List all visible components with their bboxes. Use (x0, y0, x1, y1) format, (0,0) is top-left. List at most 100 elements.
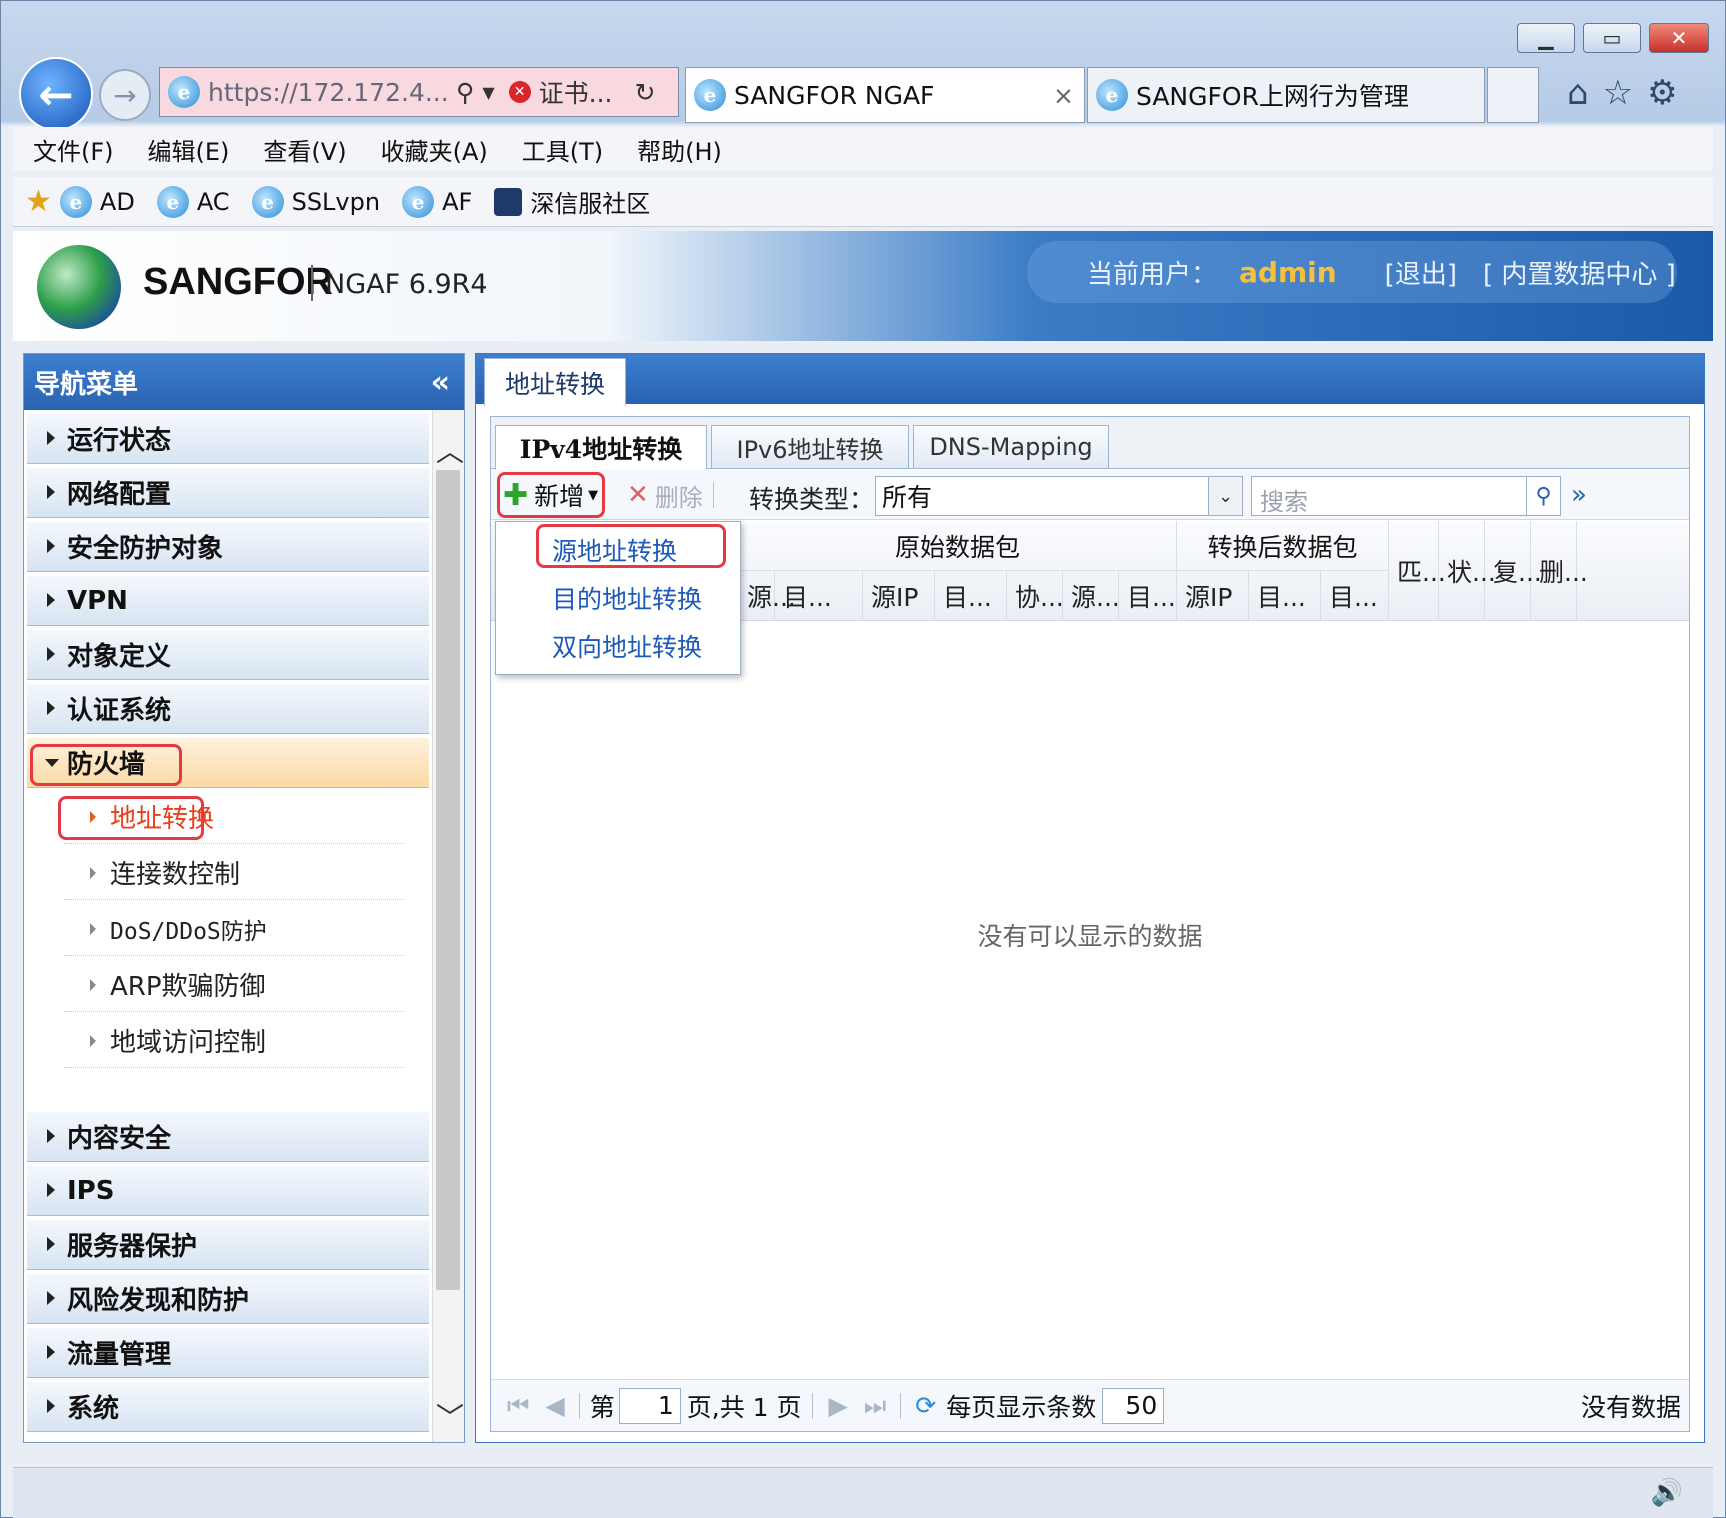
add-dropdown-menu: 源地址转换 目的地址转换 双向地址转换 (495, 521, 741, 675)
nav-item-server-protect[interactable]: 服务器保护 (27, 1220, 429, 1270)
close-window-button[interactable]: ✕ (1649, 23, 1709, 53)
logout-link[interactable]: [退出] (1385, 254, 1457, 291)
search-icon[interactable]: ⚲ (456, 78, 474, 107)
toolbar-divider (713, 482, 714, 508)
col-dst-zone[interactable]: 目... (775, 571, 863, 621)
browser-tab-ac[interactable]: e SANGFOR上网行为管理 (1087, 67, 1485, 123)
last-page-icon[interactable]: ⏭ (864, 1391, 887, 1421)
fav-ad[interactable]: AD (100, 188, 135, 216)
nav-item-system[interactable]: 系统 (27, 1382, 429, 1432)
fav-community[interactable]: 深信服社区 (530, 184, 650, 219)
col-trans-dst-ip[interactable]: 目... (1249, 571, 1321, 621)
nav-item-network[interactable]: 网络配置 (27, 468, 429, 518)
col-protocol[interactable]: 协... (1007, 571, 1064, 621)
tab-close-icon[interactable]: × (1053, 81, 1074, 110)
nav-sub-ddos[interactable]: DoS/DDoS防护 (64, 902, 404, 956)
next-page-icon[interactable]: ▶ (829, 1391, 848, 1420)
nav-item-traffic[interactable]: 流量管理 (27, 1328, 429, 1378)
refresh-icon[interactable]: ↻ (634, 78, 655, 107)
favorites-star-icon[interactable]: ★ (25, 184, 52, 219)
search-icon[interactable]: ⚲ (1526, 477, 1560, 515)
delete-button[interactable]: ✕ 删除 (627, 476, 703, 514)
address-bar[interactable]: e https://172.172.4.... ⚲ ▼ ✕ 证书... ↻ (159, 67, 679, 117)
brand-name: SANGFOR (143, 261, 333, 303)
col-match[interactable]: 匹... (1389, 521, 1446, 621)
menu-view[interactable]: 查看(V) (263, 132, 346, 167)
prev-page-icon[interactable]: ◀ (546, 1391, 565, 1420)
page-input[interactable]: 1 (618, 1387, 681, 1424)
nav-item-content-security[interactable]: 内容安全 (27, 1112, 429, 1162)
delete-label: 删除 (654, 483, 703, 512)
minimize-button[interactable]: ▁ (1517, 23, 1575, 53)
col-trans-dst-port[interactable]: 目... (1321, 571, 1389, 621)
fav-ac[interactable]: AC (197, 188, 230, 216)
new-tab-button[interactable] (1487, 67, 1539, 123)
browser-tab-ngaf[interactable]: e SANGFOR NGAF × (685, 67, 1085, 123)
page-tab-nat[interactable]: 地址转换 (484, 358, 626, 406)
gear-icon[interactable]: ⚙ (1647, 73, 1691, 113)
nav-menu-header: 导航菜单 « (24, 354, 464, 410)
type-label: 转换类型： (749, 485, 875, 514)
refresh-icon[interactable]: ⟳ (915, 1391, 936, 1420)
app-header: SANGFOR NGAF 6.9R4 当前用户： admin [退出] [ 内置… (13, 231, 1713, 341)
tab-ipv6-nat[interactable]: IPv6地址转换 (711, 425, 909, 469)
chevron-down-icon[interactable]: ⌄ (1208, 477, 1242, 515)
col-src-port[interactable]: 源... (1063, 571, 1120, 621)
forward-button[interactable]: → (99, 69, 151, 121)
content-frame: IPv4地址转换 IPv6地址转换 DNS-Mapping ✚ 新增 ▼ ✕ 删… (490, 416, 1690, 1432)
collapse-icon[interactable]: « (431, 365, 450, 400)
pager-divider (578, 1392, 580, 1419)
scroll-down-icon[interactable]: ﹀ (436, 1396, 464, 1436)
nav-menu-title: 导航菜单 (34, 369, 139, 400)
nav-sub-conn-limit[interactable]: 连接数控制 (64, 846, 404, 900)
nav-item-object-def[interactable]: 对象定义 (27, 630, 429, 680)
favorites-star-icon[interactable]: ☆ (1603, 73, 1647, 113)
tab-dns-mapping[interactable]: DNS-Mapping (913, 425, 1109, 469)
menu-help[interactable]: 帮助(H) (637, 132, 722, 167)
col-copy[interactable]: 复... (1485, 521, 1542, 621)
nav-item-status[interactable]: 运行状态 (27, 414, 429, 464)
nav-sub-arp[interactable]: ARP欺骗防御 (64, 958, 404, 1012)
menu-tools[interactable]: 工具(T) (522, 132, 603, 167)
pager-divider (811, 1392, 813, 1419)
maximize-button[interactable]: ▭ (1583, 23, 1641, 53)
nav-sub-geo[interactable]: 地域访问控制 (64, 1014, 404, 1068)
menu-item-dnat[interactable]: 目的地址转换 (552, 580, 702, 616)
scroll-up-icon[interactable]: ︿ (436, 430, 464, 470)
home-icon[interactable]: ⌂ (1567, 73, 1603, 113)
nav-item-label: VPN (67, 585, 128, 616)
scroll-thumb[interactable] (436, 470, 460, 1290)
menu-item-bidirectional-nat[interactable]: 双向地址转换 (552, 628, 702, 664)
col-dst-ip[interactable]: 目... (935, 571, 1007, 621)
col-src-ip[interactable]: 源IP (863, 571, 935, 621)
type-select[interactable]: 所有 ⌄ (875, 476, 1243, 516)
tab-ipv4-nat[interactable]: IPv4地址转换 (495, 425, 707, 470)
per-page-input[interactable]: 50 (1102, 1387, 1165, 1424)
first-page-icon[interactable]: ⏮ (507, 1391, 530, 1421)
back-button[interactable]: ← (19, 57, 93, 131)
nav-item-risk[interactable]: 风险发现和防护 (27, 1274, 429, 1324)
speaker-icon[interactable]: 🔊 (1651, 1478, 1683, 1508)
nav-item-protected-objects[interactable]: 安全防护对象 (27, 522, 429, 572)
cert-error-icon: ✕ (508, 81, 531, 103)
cert-label[interactable]: 证书... (539, 74, 613, 110)
col-trans-src-ip[interactable]: 源IP (1177, 571, 1249, 621)
nav-item-vpn[interactable]: VPN (27, 576, 429, 626)
col-dst-port[interactable]: 目... (1119, 571, 1177, 621)
nav-item-ips[interactable]: IPS (27, 1166, 429, 1216)
more-icon[interactable]: » (1571, 480, 1587, 510)
dropdown-icon[interactable]: ▼ (482, 83, 494, 102)
fav-af[interactable]: AF (442, 188, 472, 216)
col-src-zone[interactable]: 源... (739, 571, 796, 621)
col-status[interactable]: 状... (1439, 521, 1496, 621)
nav-scrollbar[interactable]: ︿ ﹀ (432, 410, 464, 1442)
menu-favorites[interactable]: 收藏夹(A) (381, 132, 488, 167)
datacenter-link[interactable]: [ 内置数据中心 ] (1483, 254, 1676, 291)
col-delete[interactable]: 删... (1531, 521, 1588, 621)
menu-file[interactable]: 文件(F) (33, 132, 114, 167)
nav-item-auth[interactable]: 认证系统 (27, 684, 429, 734)
fav-sslvpn[interactable]: SSLvpn (292, 188, 381, 216)
menu-edit[interactable]: 编辑(E) (148, 132, 230, 167)
pager-status: 没有数据 (1580, 1392, 1681, 1422)
search-input[interactable]: 搜索 ⚲ (1251, 476, 1561, 516)
